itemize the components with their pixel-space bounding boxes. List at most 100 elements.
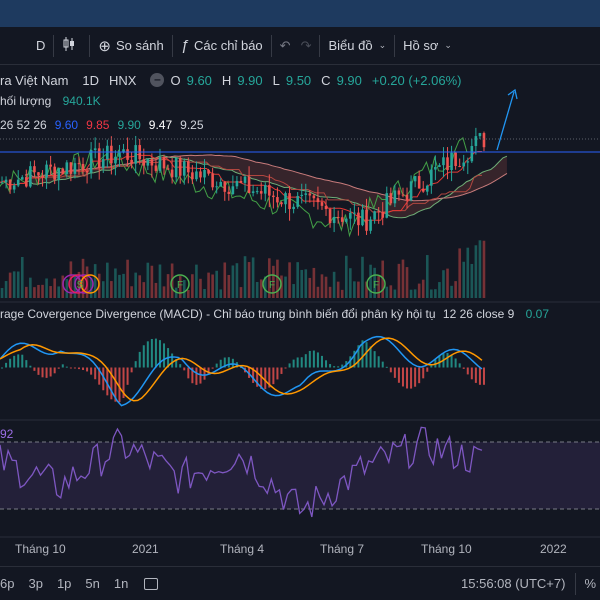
symbol-legend: ra Việt Nam 1D HNX – O 9.60 H 9.90 L 9.50 C… xyxy=(0,70,468,90)
range-button-1p[interactable]: 1p xyxy=(57,576,71,591)
candle-body xyxy=(154,165,158,171)
candle-body xyxy=(247,176,251,193)
volume-bar xyxy=(251,257,255,298)
candle-body xyxy=(332,216,336,224)
percent-toggle[interactable]: % xyxy=(584,576,596,591)
candle-body xyxy=(474,136,478,146)
volume-bar xyxy=(110,281,113,298)
volume-bar xyxy=(29,277,32,298)
volume-bar xyxy=(182,280,186,298)
candle-body xyxy=(45,164,48,178)
volume-bar xyxy=(16,271,20,298)
candle-body xyxy=(25,177,28,187)
candle-body xyxy=(268,185,271,196)
volume-bar xyxy=(114,268,117,298)
candle-body xyxy=(110,145,113,164)
candle-body xyxy=(142,159,146,166)
macd-histogram-bar xyxy=(231,358,234,368)
macd-histogram-bar xyxy=(29,365,32,368)
volume-bar xyxy=(122,273,125,298)
macd-histogram-bar xyxy=(37,367,40,375)
candle-body xyxy=(231,186,235,194)
range-button-3p[interactable]: 3p xyxy=(28,576,42,591)
volume-bar xyxy=(154,282,158,298)
macd-histogram-bar xyxy=(292,359,295,368)
macd-histogram-bar xyxy=(454,358,457,368)
candle-body xyxy=(223,181,227,192)
candle-body xyxy=(478,133,482,137)
candle-body xyxy=(215,186,218,188)
candle-body xyxy=(211,173,214,188)
volume-bar xyxy=(187,289,190,298)
candle-body xyxy=(312,195,316,199)
volume-bar xyxy=(126,259,129,298)
candle-body xyxy=(381,211,385,218)
volume-bar xyxy=(101,281,105,298)
candle-body xyxy=(182,161,186,176)
range-button-5n[interactable]: 5n xyxy=(85,576,99,591)
candle-body xyxy=(4,179,8,183)
volume-bar xyxy=(203,288,206,298)
candle-body xyxy=(16,179,20,186)
volume-bar xyxy=(312,267,316,298)
symbol-interval: 1D xyxy=(82,72,100,88)
volume-bar xyxy=(37,284,40,298)
range-button-1n[interactable]: 1n xyxy=(114,576,128,591)
candle-body xyxy=(65,162,69,174)
volume-bar xyxy=(53,278,56,298)
macd-histogram-bar xyxy=(21,354,24,368)
candle-body xyxy=(118,152,121,157)
candle-body xyxy=(57,168,61,180)
macd-histogram-bar xyxy=(187,367,190,379)
candle-body xyxy=(251,191,255,193)
projection-arrow xyxy=(496,91,515,151)
macd-histogram-bar xyxy=(470,367,473,380)
candle-body xyxy=(430,169,433,186)
candle-body xyxy=(320,202,324,206)
volume-bar xyxy=(389,285,393,298)
candle-body xyxy=(41,175,44,178)
volume-bar xyxy=(466,247,470,298)
macd-histogram-bar xyxy=(381,361,384,368)
volume-bar xyxy=(361,256,364,298)
volume-bar xyxy=(138,275,142,298)
calendar-icon[interactable] xyxy=(144,577,159,590)
candle-body xyxy=(357,212,360,226)
volume-bar xyxy=(191,274,194,298)
volume-bar xyxy=(458,248,461,298)
candle-body xyxy=(8,179,12,190)
volume-bar xyxy=(308,277,312,298)
volume-bar xyxy=(292,284,295,298)
candle-body xyxy=(93,148,97,151)
volume-bar xyxy=(142,282,146,298)
candle-body xyxy=(385,193,389,218)
collapse-icon[interactable]: – xyxy=(150,73,165,87)
macd-histogram-bar xyxy=(466,367,469,375)
volume-bar xyxy=(166,274,170,298)
candle-body xyxy=(292,206,295,210)
macd-histogram-bar xyxy=(276,367,279,380)
candle-body xyxy=(239,180,243,183)
volume-bar xyxy=(207,272,210,298)
volume-bar xyxy=(247,262,251,298)
macd-histogram-bar xyxy=(478,367,481,385)
volume-legend: hối lượng 940.1K xyxy=(0,94,101,108)
macd-histogram-bar xyxy=(308,350,311,368)
macd-histogram-bar xyxy=(373,351,376,368)
macd-histogram-bar xyxy=(288,363,291,368)
range-button-6p[interactable]: 6p xyxy=(0,576,14,591)
candle-body xyxy=(442,157,445,166)
candle-body xyxy=(462,162,466,167)
macd-histogram-bar xyxy=(426,367,429,372)
macd-histogram-bar xyxy=(458,363,461,368)
macd-histogram-bar xyxy=(304,354,307,368)
candle-body xyxy=(134,145,137,164)
candle-body xyxy=(344,218,348,222)
volume-bar xyxy=(332,271,336,298)
macd-histogram-bar xyxy=(5,362,8,368)
macd-histogram-bar xyxy=(53,367,56,374)
rsi-value: 92 xyxy=(0,427,14,441)
macd-histogram-bar xyxy=(154,338,157,368)
indicator-value: 9.85 xyxy=(86,118,110,132)
volume-bar xyxy=(211,274,214,298)
